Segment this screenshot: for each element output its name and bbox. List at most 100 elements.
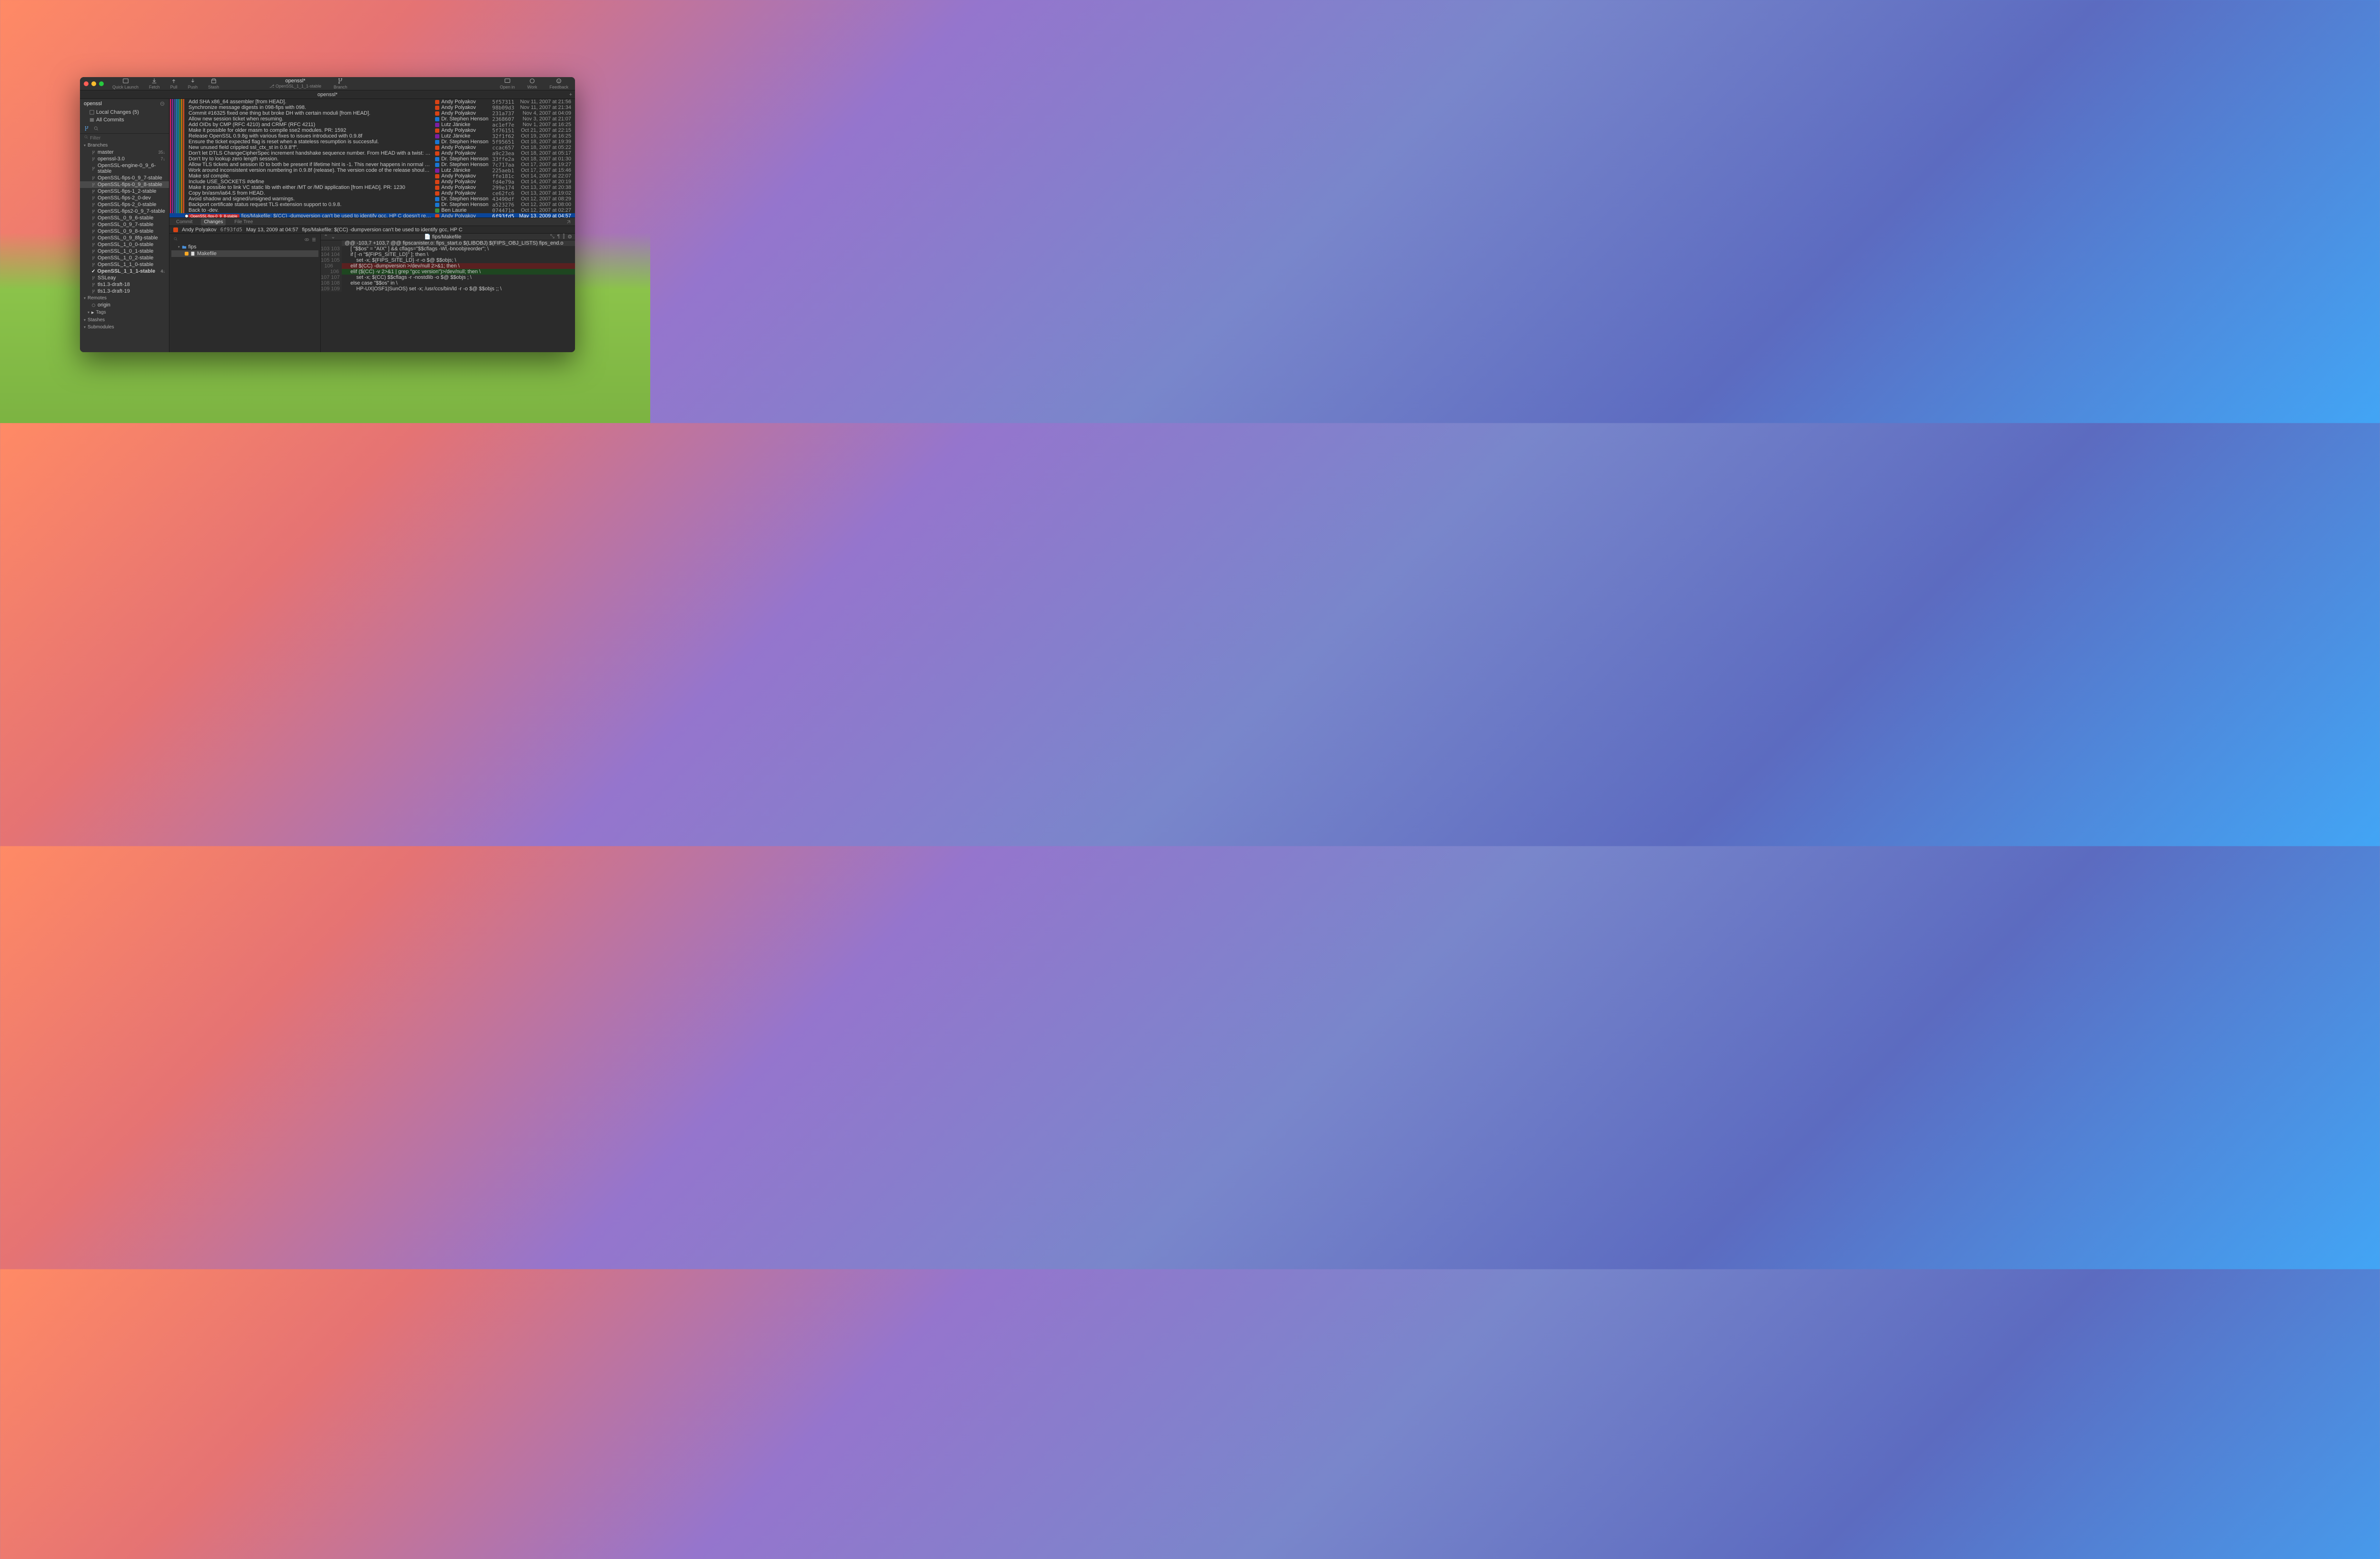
commit-row[interactable]: Copy bn/asm/ia64.S from HEAD.Andy Polyak… — [169, 190, 575, 196]
commit-row[interactable]: Make ssl compile.Andy Polyakovffe181cOct… — [169, 173, 575, 179]
branch-openssl-3.0[interactable]: openssl-3.07↓ — [80, 156, 169, 162]
filter-input[interactable] — [90, 136, 157, 141]
push-button[interactable]: Push — [185, 78, 201, 89]
pull-button[interactable]: Pull — [168, 78, 180, 89]
file-status-icon — [185, 252, 188, 256]
feedback-button[interactable]: Feedback — [546, 78, 571, 89]
tab-file-tree[interactable]: File Tree — [231, 218, 256, 226]
branch-OpenSSL_0_9_8-stable[interactable]: OpenSSL_0_9_8-stable — [80, 228, 169, 235]
collapse-icon[interactable]: ⤡ — [550, 234, 555, 240]
nav-down-icon[interactable]: ⌄ — [331, 234, 335, 240]
branch-OpenSSL_0_9_6-stable[interactable]: OpenSSL_0_9_6-stable — [80, 215, 169, 221]
commit-row[interactable]: Back to -dev.Ben Laurie074471aOct 12, 20… — [169, 207, 575, 213]
new-tab-button[interactable]: + — [569, 92, 572, 98]
diff-line: 104 104 if [ -n "${FIPS_SITE_LD}" ]; the… — [321, 252, 575, 257]
branches-section[interactable]: Branches — [80, 142, 169, 149]
branch-OpenSSL-fips-1_2-stable[interactable]: OpenSSL-fips-1_2-stable — [80, 188, 169, 195]
external-link-icon[interactable] — [566, 219, 571, 225]
commit-row[interactable]: Don't let DTLS ChangeCipherSpec incremen… — [169, 150, 575, 156]
gear-icon[interactable]: ⚙ — [567, 234, 572, 240]
branch-tls1.3-draft-18[interactable]: tls1.3-draft-18 — [80, 281, 169, 288]
commit-row[interactable]: Ensure the ticket expected flag is reset… — [169, 139, 575, 145]
branch-OpenSSL-fips-2_0-dev[interactable]: OpenSSL-fips-2_0-dev — [80, 195, 169, 201]
detail-tabs: Commit Changes File Tree — [169, 217, 575, 226]
wrap-icon[interactable]: ¶ — [557, 234, 560, 240]
all-commits-item[interactable]: All Commits — [80, 116, 169, 124]
commit-row[interactable]: Commit #16325 fixed one thing but broke … — [169, 110, 575, 116]
commit-row[interactable]: Don't try to lookup zero length session.… — [169, 156, 575, 162]
app-window: Quick Launch Fetch Pull Push Stash opens… — [80, 77, 575, 352]
branch-tls1.3-draft-19[interactable]: tls1.3-draft-19 — [80, 288, 169, 295]
branch-SSLeay[interactable]: SSLeay — [80, 275, 169, 281]
sidebar: openssl Local Changes (5) All Commits Br… — [80, 99, 169, 352]
branch-OpenSSL_0_9_7-stable[interactable]: OpenSSL_0_9_7-stable — [80, 221, 169, 228]
branch-OpenSSL_1_0_1-stable[interactable]: OpenSSL_1_0_1-stable — [80, 248, 169, 255]
commit-row[interactable]: Make it possible to link VC static lib w… — [169, 185, 575, 190]
tab-commit[interactable]: Commit — [173, 218, 195, 226]
branch-OpenSSL_1_1_1-stable[interactable]: ✓ OpenSSL_1_1_1-stable4↓ — [80, 268, 169, 275]
commit-row[interactable]: Add SHA x86_64 assembler [from HEAD].And… — [169, 99, 575, 105]
commit-row[interactable]: New unused field crippled ssl_ctx_st in … — [169, 145, 575, 150]
diff-panel: ⌃ ⌄ 📄 fips/Makefile ⤡ ¶ ⫿ ⚙ @@ -103,7 +1… — [321, 234, 575, 352]
tabbar: openssl* + — [80, 90, 575, 99]
branch-OpenSSL-engine-0_9_6-stable[interactable]: OpenSSL-engine-0_9_6-stable — [80, 162, 169, 175]
branch-filter-icon[interactable] — [84, 126, 89, 131]
commit-row[interactable]: Allow new session ticket when resuming.D… — [169, 116, 575, 122]
commit-row[interactable]: Synchronize message digests in 098-fips … — [169, 105, 575, 110]
folder-fips[interactable]: fips — [171, 244, 318, 250]
branch-OpenSSL-fips-0_9_7-stable[interactable]: OpenSSL-fips-0_9_7-stable — [80, 175, 169, 181]
main-panel: Add SHA x86_64 assembler [from HEAD].And… — [169, 99, 575, 352]
filter-icon — [84, 135, 89, 139]
minimize-button[interactable] — [91, 81, 96, 86]
commit-row[interactable]: Make it possible for older masm to compi… — [169, 128, 575, 133]
commit-row[interactable]: Avoid shadow and signed/unsigned warning… — [169, 196, 575, 202]
tab-openssl[interactable]: openssl* — [317, 92, 337, 98]
diff-line: 107 107 set -x; $(CC) $$cflags -r -nostd… — [321, 275, 575, 280]
tags-section[interactable]: ▸ Tags — [80, 308, 169, 316]
branch-OpenSSL_1_0_0-stable[interactable]: OpenSSL_1_0_0-stable — [80, 241, 169, 248]
local-changes-item[interactable]: Local Changes (5) — [80, 109, 169, 116]
diff-body[interactable]: @@ -103,7 +103,7 @@ fipscanister.o: fips… — [321, 240, 575, 352]
diff-line: 106 elif $(CC) -dumpversion >/dev/null 2… — [321, 263, 575, 269]
stashes-section[interactable]: Stashes — [80, 316, 169, 324]
open-in-button[interactable]: Open in — [497, 78, 518, 89]
commit-row[interactable]: Work around inconsistent version numberi… — [169, 168, 575, 173]
remotes-section[interactable]: Remotes — [80, 295, 169, 302]
commit-row[interactable]: Backport certificate status request TLS … — [169, 202, 575, 207]
zoom-button[interactable] — [99, 81, 104, 86]
branch-button[interactable]: Branch — [331, 78, 350, 89]
commit-row[interactable]: OpenSSL-fips-0_9_8-stablefips/Makefile: … — [169, 213, 575, 217]
author-name: Andy Polyakov — [182, 227, 217, 233]
search-icon[interactable] — [93, 126, 99, 131]
eye-icon[interactable] — [304, 237, 309, 242]
list-icon[interactable] — [311, 237, 317, 242]
quick-launch-button[interactable]: Quick Launch — [109, 78, 141, 89]
branch-OpenSSL_1_0_2-stable[interactable]: OpenSSL_1_0_2-stable — [80, 255, 169, 261]
file-makefile[interactable]: Makefile — [171, 250, 318, 257]
search-icon[interactable] — [173, 237, 178, 241]
branch-OpenSSL-fips2-0_9_7-stable[interactable]: OpenSSL-fips2-0_9_7-stable — [80, 208, 169, 215]
sidebar-menu-icon[interactable] — [159, 101, 165, 107]
split-icon[interactable]: ⫿ — [563, 234, 565, 240]
nav-up-icon[interactable]: ⌃ — [324, 234, 328, 240]
commit-row[interactable]: Allow TLS tickets and session ID to both… — [169, 162, 575, 168]
stash-button[interactable]: Stash — [205, 78, 222, 89]
commit-hash: 6f93fd5 — [220, 227, 242, 233]
submodules-section[interactable]: Submodules — [80, 324, 169, 331]
fetch-button[interactable]: Fetch — [146, 78, 163, 89]
close-button[interactable] — [84, 81, 89, 86]
branches-list: master35↓openssl-3.07↓OpenSSL-engine-0_9… — [80, 149, 169, 295]
branch-master[interactable]: master35↓ — [80, 149, 169, 156]
commit-list[interactable]: Add SHA x86_64 assembler [from HEAD].And… — [169, 99, 575, 217]
commit-row[interactable]: Add OIDs by CMP (RFC 4210) and CRMF (RFC… — [169, 122, 575, 128]
titlebar: Quick Launch Fetch Pull Push Stash opens… — [80, 77, 575, 90]
branch-OpenSSL-fips-2_0-stable[interactable]: OpenSSL-fips-2_0-stable — [80, 201, 169, 208]
branch-OpenSSL_0_9_8fg-stable[interactable]: OpenSSL_0_9_8fg-stable — [80, 235, 169, 241]
commit-row[interactable]: Include USE_SOCKETS #defineAndy Polyakov… — [169, 179, 575, 185]
branch-OpenSSL-fips-0_9_8-stable[interactable]: OpenSSL-fips-0_9_8-stable — [80, 181, 169, 188]
commit-row[interactable]: Release OpenSSL 0.9.8g with various fixe… — [169, 133, 575, 139]
remote-origin[interactable]: origin — [80, 302, 169, 308]
branch-OpenSSL_1_1_0-stable[interactable]: OpenSSL_1_1_0-stable — [80, 261, 169, 268]
tab-changes[interactable]: Changes — [201, 218, 226, 226]
work-button[interactable]: Work — [525, 78, 540, 89]
